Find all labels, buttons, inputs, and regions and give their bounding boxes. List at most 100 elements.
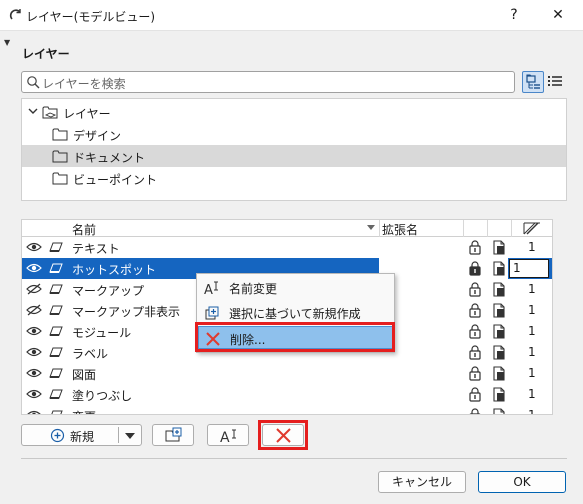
menu-item-new-from-selection[interactable]: 選択に基づいて新規作成	[198, 301, 393, 324]
tree-item-label: デザイン	[73, 129, 122, 143]
section-title: レイヤー	[22, 47, 70, 61]
lock-icon[interactable]	[468, 345, 482, 360]
tree-view-button[interactable]	[522, 71, 544, 93]
rename-button[interactable]: A	[207, 424, 249, 446]
visibility-eye-icon[interactable]	[26, 346, 42, 358]
document-icon[interactable]	[492, 282, 506, 297]
tree-item-design[interactable]: デザイン	[22, 123, 566, 145]
pen-number: 1	[528, 303, 536, 317]
eraser-icon[interactable]	[49, 262, 63, 274]
document-icon[interactable]	[492, 240, 506, 255]
visibility-eye-icon[interactable]	[26, 388, 42, 400]
app-icon	[9, 9, 21, 20]
hidden-eye-icon[interactable]	[26, 304, 42, 316]
column-header-name[interactable]: 名前	[72, 221, 96, 238]
rename-icon: A	[220, 429, 236, 444]
rename-icon: A	[204, 281, 218, 296]
visibility-eye-icon[interactable]	[26, 325, 42, 337]
document-icon[interactable]	[492, 387, 506, 402]
table-row[interactable]: 塗りつぶし 1	[22, 384, 552, 405]
menu-item-label: 選択に基づいて新規作成	[229, 307, 361, 321]
tree-item-document[interactable]: ドキュメント	[22, 145, 566, 167]
close-button[interactable]: ✕	[536, 0, 580, 31]
lock-icon[interactable]	[468, 366, 482, 381]
column-divider[interactable]	[511, 220, 512, 237]
document-icon[interactable]	[492, 345, 506, 360]
column-divider[interactable]	[379, 220, 380, 237]
menu-item-rename[interactable]: A 名前変更	[198, 276, 393, 299]
new-folder-button[interactable]	[152, 424, 194, 446]
window-title: レイヤー(モデルビュー)	[26, 10, 156, 24]
add-circle-icon	[50, 428, 65, 443]
lock-icon[interactable]	[468, 387, 482, 402]
search-input[interactable]: レイヤーを検索	[21, 71, 515, 93]
layers-folder-icon	[42, 106, 58, 119]
eraser-icon[interactable]	[49, 325, 63, 337]
eraser-icon[interactable]	[49, 283, 63, 295]
table-header: 名前 拡張名	[22, 220, 552, 237]
pen-number: 1	[528, 408, 536, 415]
document-icon[interactable]	[492, 303, 506, 318]
tree-item-label: ビューポイント	[73, 173, 158, 187]
eraser-icon[interactable]	[49, 388, 63, 400]
document-icon[interactable]	[492, 324, 506, 339]
tree-item-viewpoint[interactable]: ビューポイント	[22, 167, 566, 189]
eraser-icon[interactable]	[49, 241, 63, 253]
folder-icon	[52, 128, 68, 141]
svg-text:A: A	[220, 430, 230, 444]
list-view-button[interactable]	[545, 71, 567, 93]
table-scrollbar[interactable]	[553, 219, 568, 415]
help-button[interactable]: ?	[492, 0, 536, 31]
tree-item-label: ドキュメント	[73, 151, 146, 165]
table-row[interactable]: テキスト 1	[22, 237, 552, 258]
new-layer-button[interactable]: 新規	[21, 424, 142, 446]
lock-icon[interactable]	[468, 240, 482, 255]
footer-divider	[21, 458, 567, 459]
tree-root[interactable]: レイヤー	[22, 101, 566, 123]
layer-name: テキスト	[72, 242, 120, 256]
chevron-down-icon[interactable]	[27, 105, 39, 117]
sort-arrow-icon	[367, 225, 375, 230]
lock-icon[interactable]	[468, 303, 482, 318]
new-folder-icon	[165, 427, 182, 442]
column-header-extension[interactable]: 拡張名	[382, 221, 418, 238]
document-icon[interactable]	[492, 261, 506, 276]
lock-icon[interactable]	[468, 282, 482, 297]
layer-name: ラベル	[72, 347, 109, 361]
layer-name: モジュール	[72, 326, 132, 340]
lock-icon[interactable]	[468, 408, 482, 415]
split-divider	[118, 427, 119, 443]
table-row[interactable]: 変更 1	[22, 405, 552, 415]
dropdown-arrow-icon[interactable]	[125, 433, 135, 439]
layer-name: 変更	[72, 408, 96, 414]
highlight-frame-delete-button	[258, 420, 308, 450]
tree-view-icon	[526, 74, 540, 89]
tree-root-label: レイヤー	[63, 107, 111, 121]
eraser-icon[interactable]	[49, 409, 63, 415]
pen-number: 1	[528, 366, 536, 380]
visibility-eye-icon[interactable]	[26, 409, 42, 415]
pen-number: 1	[528, 240, 536, 254]
column-divider[interactable]	[487, 220, 488, 237]
pen-number: 1	[528, 387, 536, 401]
pen-number-input[interactable]: 1	[509, 259, 549, 278]
eraser-icon[interactable]	[49, 367, 63, 379]
visibility-eye-icon[interactable]	[26, 262, 42, 274]
document-icon[interactable]	[492, 366, 506, 381]
visibility-eye-icon[interactable]	[26, 367, 42, 379]
column-divider[interactable]	[463, 220, 464, 237]
ok-button[interactable]: OK	[478, 471, 566, 493]
lock-icon[interactable]	[468, 324, 482, 339]
hidden-eye-icon[interactable]	[26, 283, 42, 295]
eraser-icon[interactable]	[49, 304, 63, 316]
lock-icon[interactable]	[468, 261, 482, 276]
cancel-button[interactable]: キャンセル	[378, 471, 466, 493]
table-row[interactable]: 図面 1	[22, 363, 552, 384]
document-icon[interactable]	[492, 408, 506, 415]
pen-number: 1	[528, 282, 536, 296]
title-bar: レイヤー(モデルビュー) ? ✕	[0, 0, 583, 31]
eraser-icon[interactable]	[49, 346, 63, 358]
visibility-eye-icon[interactable]	[26, 241, 42, 253]
collapse-arrow-icon[interactable]: ▼	[4, 38, 10, 47]
svg-text:A: A	[204, 283, 213, 296]
